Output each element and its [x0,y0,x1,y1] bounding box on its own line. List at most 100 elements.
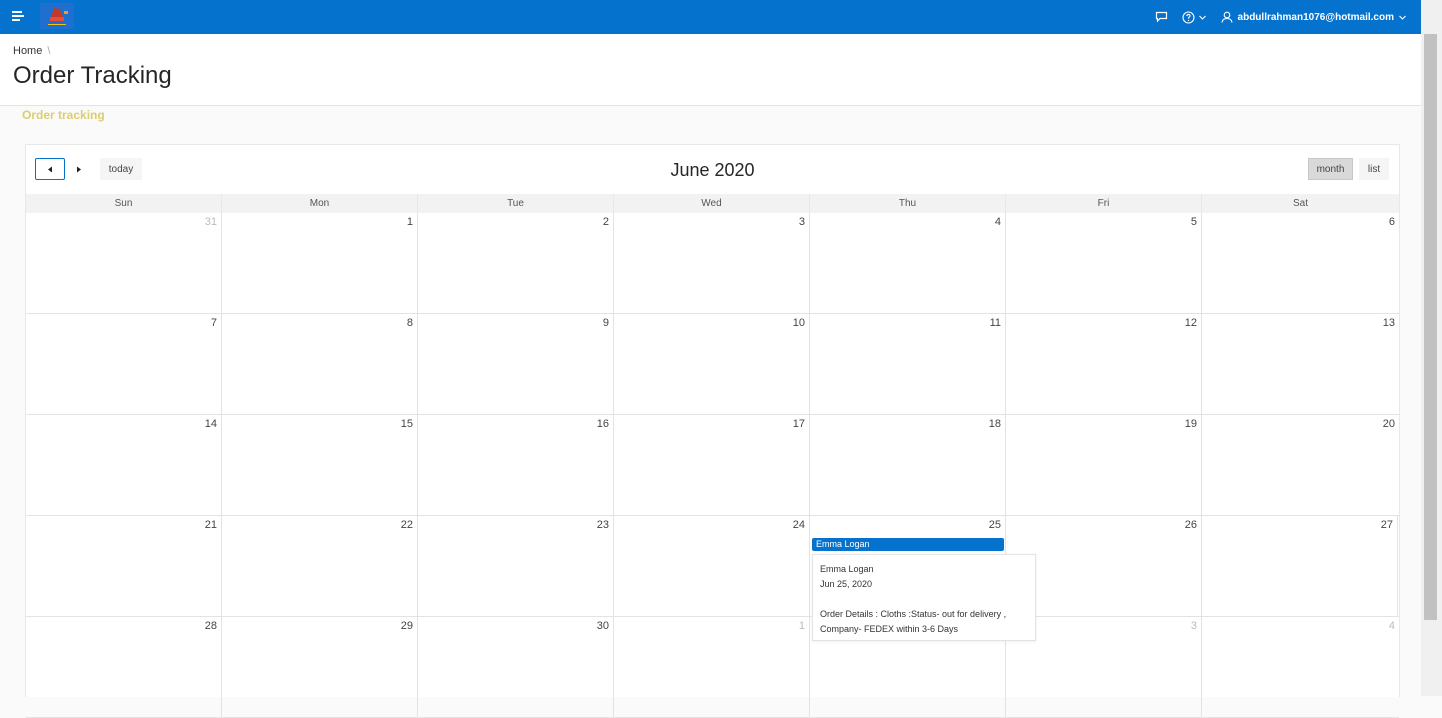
calendar-toolbar: today June 2020 month list [26,145,1399,194]
feedback-icon[interactable] [1155,11,1168,23]
calendar-day[interactable]: 31 [26,213,222,313]
calendar-day[interactable]: 17 [614,415,810,515]
calendar-day[interactable]: 16 [418,415,614,515]
day-number: 16 [596,418,609,430]
calendar-day[interactable]: 23 [418,516,614,616]
weekday-sun: Sun [26,194,222,213]
calendar-week: 21 22 23 24 25 26 27 Emma Logan [26,516,1399,617]
menu-toggle-icon[interactable] [12,11,24,23]
day-number: 3 [1190,620,1197,632]
popover-title: Emma Logan [820,564,874,574]
calendar-day[interactable]: 15 [222,415,418,515]
day-number: 8 [406,317,413,329]
calendar-day[interactable]: 24 [614,516,810,616]
app-logo[interactable] [40,3,74,29]
calendar-day[interactable]: 18 [810,415,1006,515]
page-title: Order Tracking [13,62,172,89]
user-menu[interactable]: abdullrahman1076@hotmail.com [1220,11,1407,23]
day-number: 12 [1184,317,1197,329]
calendar-day[interactable]: 14 [26,415,222,515]
breadcrumb-separator: \ [47,45,51,57]
day-number: 4 [1388,620,1395,632]
calendar-day[interactable]: 1 [614,617,810,717]
day-number: 6 [1388,216,1395,228]
chevron-down-icon [1399,15,1406,20]
calendar-event[interactable]: Emma Logan [812,538,1004,551]
calendar-day[interactable]: 5 [1006,213,1202,313]
popover-date: Jun 25, 2020 [820,579,873,589]
day-number: 3 [798,216,805,228]
day-number: 5 [1190,216,1197,228]
day-number: 30 [596,620,609,632]
day-number: 4 [994,216,1001,228]
calendar-week: 31 1 2 3 4 5 6 [26,213,1399,314]
calendar-day[interactable]: 29 [222,617,418,717]
weekday-fri: Fri [1006,194,1202,213]
day-number: 17 [792,418,805,430]
calendar-day[interactable]: 22 [222,516,418,616]
chevron-down-icon [1198,15,1206,20]
calendar-grid: 31 1 2 3 4 5 6 7 8 9 10 11 12 13 14 15 1… [26,213,1399,718]
scrollbar-thumb[interactable] [1424,34,1437,620]
popover-details-line: Order Details : Cloths :Status- out for … [820,609,1007,619]
day-number: 15 [400,418,413,430]
day-number: 1 [798,620,805,632]
calendar: today June 2020 month list Sun Mon Tue W… [25,144,1400,718]
day-number: 27 [1380,519,1393,531]
vertical-scrollbar[interactable] [1421,0,1442,696]
month-view-button[interactable]: month [1308,158,1353,180]
day-number: 28 [204,620,217,632]
calendar-day[interactable]: 27 [1202,516,1398,616]
day-number: 14 [204,418,217,430]
help-icon [1181,10,1195,24]
weekday-tue: Tue [418,194,614,213]
day-number: 24 [792,519,805,531]
day-number: 26 [1184,519,1197,531]
calendar-day[interactable]: 4 [810,213,1006,313]
calendar-day[interactable]: 13 [1202,314,1399,414]
calendar-week: 14 15 16 17 18 19 20 [26,415,1399,516]
breadcrumb-home-link[interactable]: Home [13,45,42,57]
calendar-day[interactable]: 7 [26,314,222,414]
day-number: 19 [1184,418,1197,430]
weekday-wed: Wed [614,194,810,213]
top-navigation-bar: abdullrahman1076@hotmail.com [0,0,1421,34]
day-number: 29 [400,620,413,632]
weekday-mon: Mon [222,194,418,213]
calendar-day[interactable]: 11 [810,314,1006,414]
day-number: 18 [988,418,1001,430]
event-popover: Emma Logan Jun 25, 2020 Order Details : … [812,554,1036,641]
calendar-day[interactable]: 3 [614,213,810,313]
top-right-controls: abdullrahman1076@hotmail.com [1141,0,1407,34]
calendar-day[interactable]: 8 [222,314,418,414]
calendar-week: 7 8 9 10 11 12 13 [26,314,1399,415]
day-number: 10 [792,317,805,329]
list-view-button[interactable]: list [1359,158,1389,180]
calendar-day[interactable]: 6 [1202,213,1399,313]
calendar-day[interactable]: 21 [26,516,222,616]
day-number: 21 [204,519,217,531]
weekday-thu: Thu [810,194,1006,213]
calendar-day[interactable]: 1 [222,213,418,313]
calendar-day[interactable]: 12 [1006,314,1202,414]
day-number: 2 [602,216,609,228]
day-number: 22 [400,519,413,531]
calendar-day[interactable]: 19 [1006,415,1202,515]
calendar-day[interactable]: 10 [614,314,810,414]
calendar-day[interactable]: 9 [418,314,614,414]
calendar-day[interactable]: 20 [1202,415,1399,515]
weekday-sat: Sat [1292,198,1308,209]
calendar-day[interactable]: 28 [26,617,222,717]
weekday-header: Sun Mon Tue Wed Thu Fri Sat [26,194,1399,213]
calendar-title: June 2020 [670,160,755,180]
day-number: 11 [989,317,1001,329]
day-number: 20 [1382,418,1395,430]
calendar-day[interactable]: 4 [1202,617,1399,717]
calendar-day[interactable]: 2 [418,213,614,313]
calendar-week: 28 29 30 1 2 3 4 [26,617,1399,718]
day-number: 31 [204,216,217,228]
day-number: 1 [406,216,413,228]
help-menu[interactable] [1181,10,1207,24]
day-number: 25 [988,519,1001,531]
calendar-day[interactable]: 30 [418,617,614,717]
